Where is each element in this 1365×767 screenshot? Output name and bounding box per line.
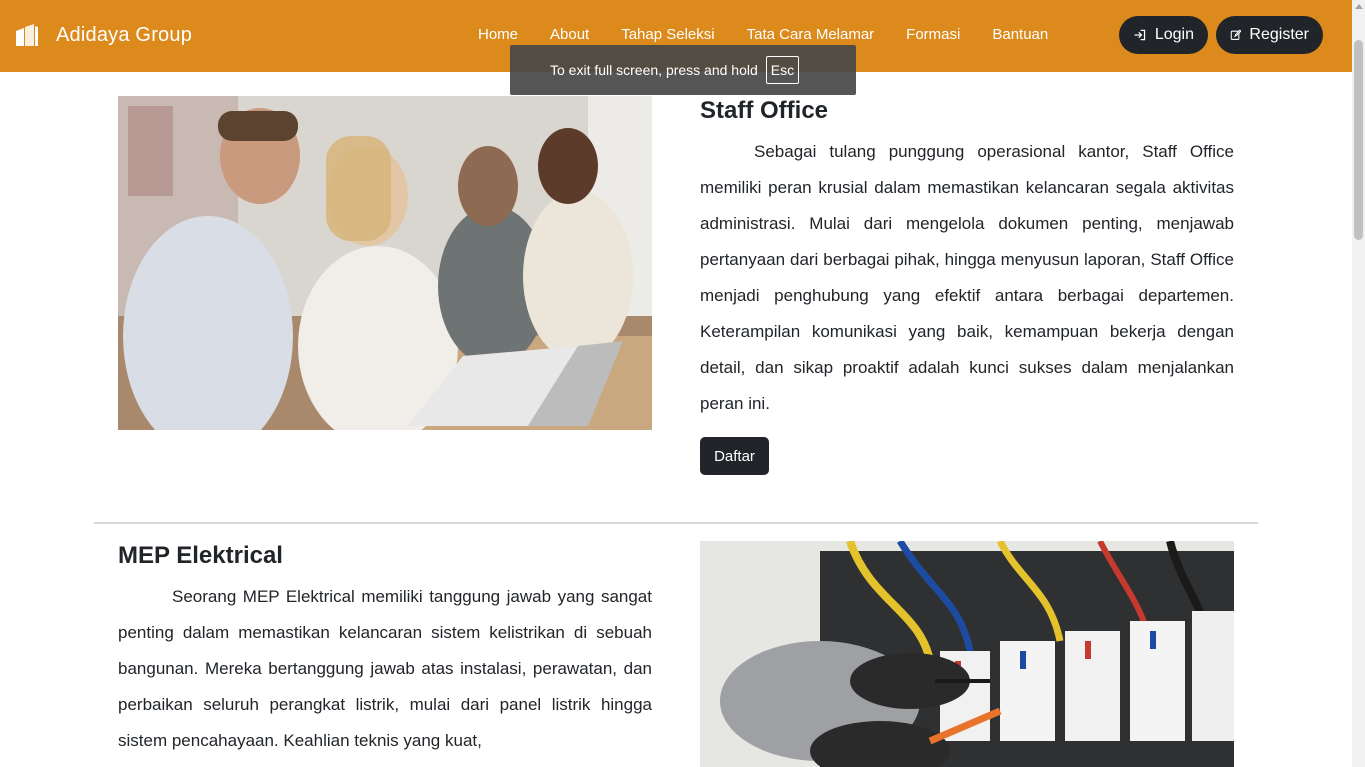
brand[interactable]: Adidaya Group (14, 22, 192, 48)
job-description-mep-elektrical: Seorang MEP Elektrical memiliki tanggung… (118, 587, 652, 750)
nav-link-about[interactable]: About (550, 26, 589, 43)
job-title-staff-office: Staff Office (700, 97, 829, 124)
fullscreen-message: To exit full screen, press and hold (550, 62, 758, 78)
job-description-staff-office: Sebagai tulang punggung operasional kant… (700, 142, 1234, 413)
register-label: Register (1249, 26, 1309, 43)
login-button[interactable]: Login (1119, 16, 1208, 54)
section-divider (94, 522, 1258, 524)
login-icon (1134, 29, 1146, 41)
staff-office-photo (118, 96, 652, 430)
edit-icon (1230, 29, 1242, 40)
page-scrollbar[interactable] (1352, 0, 1365, 767)
nav-link-home[interactable]: Home (478, 26, 518, 43)
building-logo-icon (16, 24, 38, 46)
fullscreen-exit-toast: To exit full screen, press and hold Esc (510, 45, 856, 95)
nav-link-tata-cara-melamar[interactable]: Tata Cara Melamar (747, 26, 875, 43)
job-title-mep-elektrical: MEP Elektrical (118, 542, 283, 569)
register-button[interactable]: Register (1216, 16, 1323, 54)
scroll-up-arrow-icon[interactable] (1355, 4, 1363, 9)
brand-name: Adidaya Group (56, 23, 193, 46)
nav-link-bantuan[interactable]: Bantuan (992, 26, 1048, 43)
nav-link-tahap-seleksi[interactable]: Tahap Seleksi (621, 26, 714, 43)
nav-link-formasi[interactable]: Formasi (906, 26, 960, 43)
scrollbar-thumb[interactable] (1354, 40, 1363, 240)
mep-elektrical-photo (700, 541, 1234, 767)
esc-key-badge: Esc (765, 56, 800, 84)
daftar-button[interactable]: Daftar (700, 437, 769, 475)
login-label: Login (1154, 26, 1194, 43)
nav-links: Home About Tahap Seleksi Tata Cara Melam… (478, 26, 1048, 43)
